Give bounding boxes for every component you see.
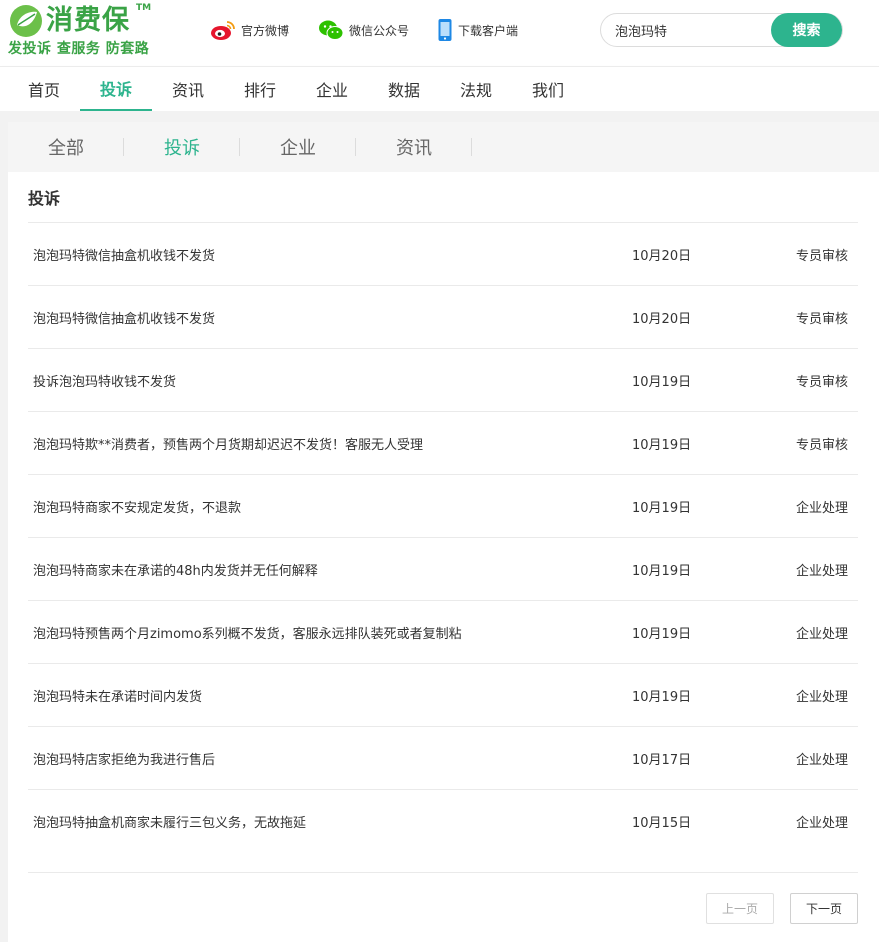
phone-icon	[437, 18, 453, 42]
complaint-list: 泡泡玛特微信抽盒机收钱不发货 10月20日 专员审核 泡泡玛特微信抽盒机收钱不发…	[28, 222, 858, 853]
search-input[interactable]	[615, 14, 765, 46]
nav-item-complaints[interactable]: 投诉	[80, 67, 152, 111]
complaint-title[interactable]: 泡泡玛特商家未在承诺的48h内发货并无任何解释	[33, 560, 318, 579]
wechat-link-label: 微信公众号	[349, 23, 410, 38]
complaint-date: 10月19日	[632, 375, 692, 390]
tab-news[interactable]: 资讯	[356, 122, 472, 172]
weibo-link-label: 官方微博	[241, 23, 290, 38]
complaint-status: 企业处理	[795, 501, 848, 516]
complaint-status: 企业处理	[795, 816, 848, 831]
complaint-date: 10月19日	[632, 627, 692, 642]
site-header: 消费保 TM 发投诉 查服务 防套路 官方微博 微信公众号 下载客户端 泡泡玛特…	[0, 0, 879, 66]
leaf-logo-icon	[10, 5, 42, 37]
complaint-row[interactable]: 泡泡玛特微信抽盒机收钱不发货 10月20日 专员审核	[28, 286, 858, 349]
section-title: 投诉	[28, 189, 61, 208]
site-logo[interactable]: 消费保 TM 发投诉 查服务 防套路	[8, 3, 158, 61]
complaint-status: 专员审核	[795, 438, 848, 453]
list-divider	[28, 872, 858, 873]
search-results-panel: 全部 投诉 企业 资讯 投诉 泡泡玛特微信抽盒机收钱不发货 10月20日 专员审…	[8, 122, 879, 942]
complaint-status: 专员审核	[795, 312, 848, 327]
complaint-date: 10月20日	[632, 249, 692, 264]
complaint-row[interactable]: 泡泡玛特未在承诺时间内发货 10月19日 企业处理	[28, 664, 858, 727]
complaint-title[interactable]: 泡泡玛特欺**消费者，预售两个月货期却迟迟不发货！客服无人受理	[33, 434, 423, 453]
complaint-date: 10月17日	[632, 753, 692, 768]
next-page-button[interactable]: 下一页	[790, 893, 858, 924]
complaint-status: 企业处理	[795, 690, 848, 705]
complaint-date: 10月19日	[632, 438, 692, 453]
complaint-row[interactable]: 泡泡玛特微信抽盒机收钱不发货 10月20日 专员审核	[28, 223, 858, 286]
complaint-title[interactable]: 投诉泡泡玛特收钱不发货	[33, 371, 176, 390]
complaint-status: 专员审核	[795, 249, 848, 264]
weibo-link[interactable]: 官方微博	[210, 17, 289, 43]
complaint-title[interactable]: 泡泡玛特微信抽盒机收钱不发货	[33, 308, 215, 327]
complaint-date: 10月19日	[632, 690, 692, 705]
complaint-title[interactable]: 泡泡玛特抽盒机商家未履行三包义务，无故拖延	[33, 812, 306, 831]
nav-item-ranking[interactable]: 排行	[224, 67, 296, 111]
nav-item-companies[interactable]: 企业	[296, 67, 368, 111]
complaint-date: 10月19日	[632, 564, 692, 579]
prev-page-button[interactable]: 上一页	[706, 893, 774, 924]
brand-trademark: TM	[136, 3, 152, 13]
nav-item-news[interactable]: 资讯	[152, 67, 224, 111]
main-nav: 首页 投诉 资讯 排行 企业 数据 法规 我们	[0, 66, 879, 111]
complaint-date: 10月19日	[632, 501, 692, 516]
brand-name: 消费保	[46, 5, 130, 36]
download-app-link[interactable]: 下载客户端	[437, 17, 518, 43]
tab-complaints[interactable]: 投诉	[124, 122, 240, 172]
complaint-date: 10月20日	[632, 312, 692, 327]
tab-companies[interactable]: 企业	[240, 122, 356, 172]
complaint-row[interactable]: 泡泡玛特预售两个月zimomo系列概不发货，客服永远排队装死或者复制粘 10月1…	[28, 601, 858, 664]
nav-item-about[interactable]: 我们	[512, 67, 584, 111]
search-button[interactable]: 搜索	[771, 13, 842, 47]
nav-item-data[interactable]: 数据	[368, 67, 440, 111]
nav-item-laws[interactable]: 法规	[440, 67, 512, 111]
brand-slogan: 发投诉 查服务 防套路	[8, 41, 150, 57]
complaint-date: 10月15日	[632, 816, 692, 831]
tab-divider	[471, 138, 472, 156]
nav-item-home[interactable]: 首页	[8, 67, 80, 111]
download-app-label: 下载客户端	[458, 23, 519, 38]
complaint-title[interactable]: 泡泡玛特未在承诺时间内发货	[33, 686, 202, 705]
complaint-row[interactable]: 泡泡玛特抽盒机商家未履行三包义务，无故拖延 10月15日 企业处理	[28, 790, 858, 853]
complaint-title[interactable]: 泡泡玛特商家不安规定发货，不退款	[33, 497, 241, 516]
tab-all[interactable]: 全部	[8, 122, 124, 172]
complaint-row[interactable]: 投诉泡泡玛特收钱不发货 10月19日 专员审核	[28, 349, 858, 412]
complaint-title[interactable]: 泡泡玛特店家拒绝为我进行售后	[33, 749, 215, 768]
complaint-status: 企业处理	[795, 753, 848, 768]
complaint-status: 企业处理	[795, 564, 848, 579]
complaint-row[interactable]: 泡泡玛特商家未在承诺的48h内发货并无任何解释 10月19日 企业处理	[28, 538, 858, 601]
complaint-title[interactable]: 泡泡玛特预售两个月zimomo系列概不发货，客服永远排队装死或者复制粘	[33, 623, 462, 642]
complaint-row[interactable]: 泡泡玛特商家不安规定发货，不退款 10月19日 企业处理	[28, 475, 858, 538]
complaint-row[interactable]: 泡泡玛特欺**消费者，预售两个月货期却迟迟不发货！客服无人受理 10月19日 专…	[28, 412, 858, 475]
wechat-link[interactable]: 微信公众号	[318, 17, 409, 43]
result-tabs: 全部 投诉 企业 资讯	[8, 122, 879, 172]
complaint-title[interactable]: 泡泡玛特微信抽盒机收钱不发货	[33, 245, 215, 264]
complaint-status: 企业处理	[795, 627, 848, 642]
wechat-icon	[318, 19, 344, 41]
weibo-icon	[210, 19, 236, 41]
complaint-row[interactable]: 泡泡玛特店家拒绝为我进行售后 10月17日 企业处理	[28, 727, 858, 790]
search-box: 搜索	[600, 13, 843, 47]
complaint-status: 专员审核	[795, 375, 848, 390]
